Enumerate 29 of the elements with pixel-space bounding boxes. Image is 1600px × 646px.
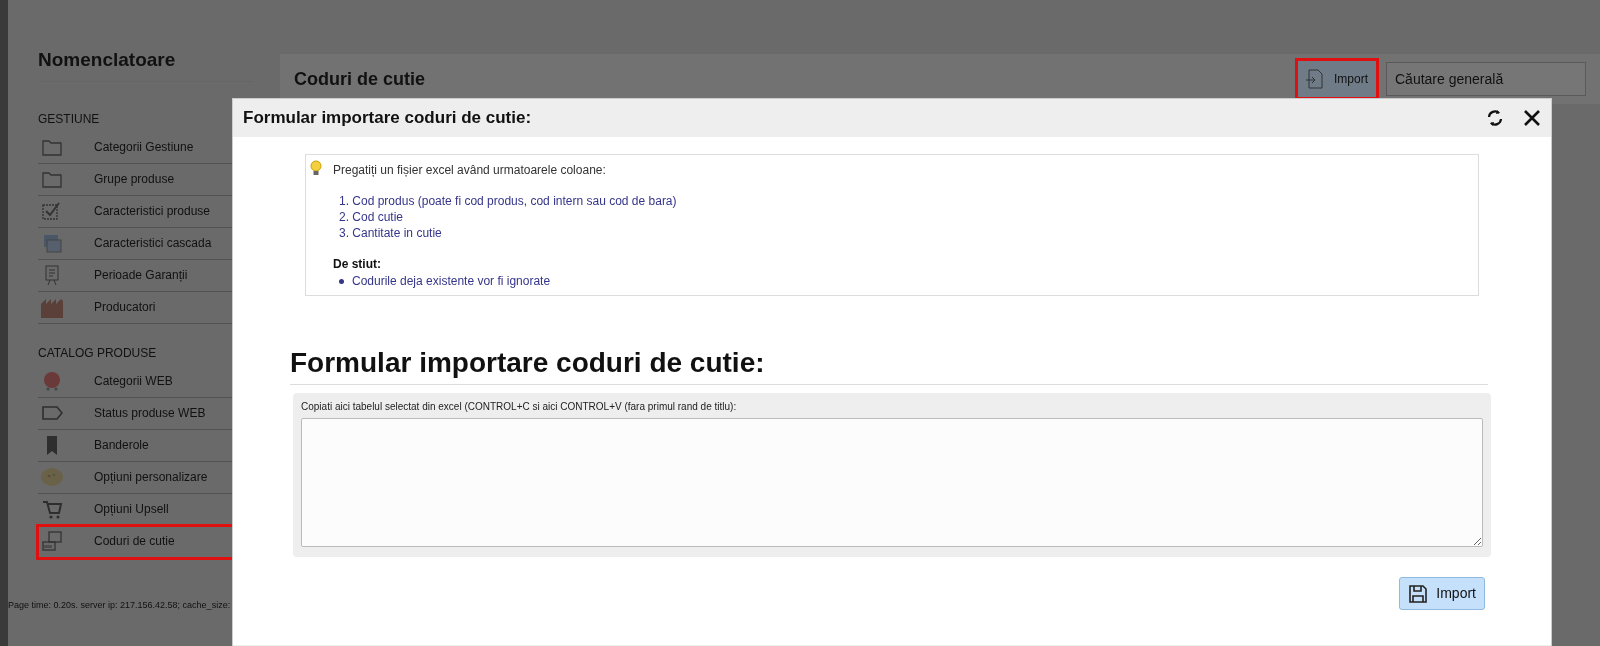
list-item: 2. Cod cutie (339, 209, 405, 225)
note-title: De stiut: (333, 256, 382, 273)
lightbulb-icon (309, 160, 323, 176)
form-heading: Formular importare coduri de cutie: (290, 346, 1488, 385)
list-item: 3. Cantitate in cutie (339, 225, 443, 241)
footer-text: Page time: 0.20s. server ip: 217.156.42.58; cache_size: (8, 598, 231, 612)
document-import-icon (1306, 69, 1324, 89)
factory-icon (41, 296, 63, 318)
search-field[interactable]: Căutare generală (1386, 62, 1586, 96)
palette-icon (41, 466, 63, 488)
close-icon[interactable] (1523, 109, 1541, 127)
box-icon (41, 530, 63, 552)
import-button[interactable]: Import (1399, 577, 1485, 610)
stacked-windows-icon (41, 232, 63, 254)
refresh-icon[interactable] (1485, 108, 1505, 128)
sidebar-item[interactable]: Coduri de cutie (38, 525, 260, 558)
list-item: Codurile deja existente vor fi ignorate (352, 273, 551, 289)
page-title: Coduri de cutie (294, 67, 425, 91)
sidebar-title: Nomenclatoare (38, 46, 253, 82)
checkbox-icon (41, 200, 63, 222)
list-item: 1. Cod produs (poate fi cod produs, cod intern sau cod de bara) (339, 193, 677, 209)
save-icon (1408, 583, 1429, 604)
modal-title: Formular importare coduri de cutie: (243, 107, 532, 130)
bullet-icon (339, 278, 344, 284)
field-label: Copiati aici tabelul selectat din excel (CONTROL+C si aici CONTROL+V (fara primul rand de titlu): (301, 400, 738, 414)
cart-plus-icon (41, 498, 63, 520)
section-heading: CATALOG PRODUSE (38, 344, 158, 362)
info-text: Pregatiți un fișier excel având urmatoarele coloane: (333, 162, 607, 179)
import-button[interactable]: Import (1298, 61, 1376, 97)
